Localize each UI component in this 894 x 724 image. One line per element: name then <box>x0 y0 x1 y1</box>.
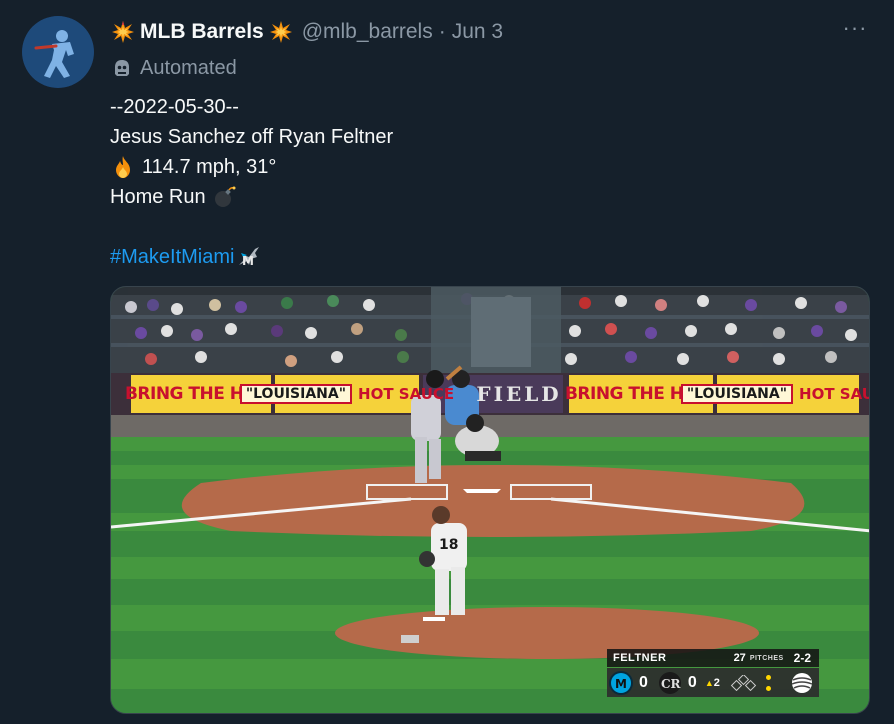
marlins-logo-icon: M <box>609 670 633 695</box>
scorebug-top-row: FELTNER 27 PITCHES 2-2 <box>607 649 819 667</box>
bases-diamond-icon <box>730 674 757 691</box>
tweet-date[interactable]: Jun 3 <box>452 20 503 44</box>
matchup-line: Jesus Sanchez off Ryan Feltner <box>110 122 810 152</box>
outs-indicator <box>765 674 772 691</box>
tweet-header: MLB Barrels @mlb_barrels · Jun 3 <box>110 18 503 46</box>
date-line-text: --2022-05-30-- <box>110 96 239 118</box>
scorebug-count: 2-2 <box>793 651 811 665</box>
more-options-icon[interactable]: ··· <box>842 17 868 44</box>
batter-silhouette-icon <box>22 16 94 88</box>
collision-emoji-icon <box>110 19 136 45</box>
inning-top-arrow-icon: ▲ <box>704 677 714 688</box>
separator-dot: · <box>438 20 446 43</box>
svg-text:CR: CR <box>661 677 682 691</box>
display-name[interactable]: MLB Barrels <box>140 20 264 44</box>
hashtag-line: #MakeItMiami M <box>110 242 810 272</box>
scorebug-bottom-row: M 0 CR 0 ▲2 <box>607 668 819 697</box>
bomb-emoji-icon <box>212 184 238 210</box>
bot-icon <box>115 60 129 76</box>
stats-text: 114.7 mph, 31° <box>142 156 277 178</box>
result-line: Home Run <box>110 182 810 212</box>
ad-louisiana-right: "LOUISIANA" HOT SAUCE <box>680 375 869 413</box>
scorebug-pitcher: FELTNER <box>613 652 667 664</box>
att-logo-icon <box>791 672 813 693</box>
avatar[interactable] <box>22 16 94 88</box>
out-dot <box>765 674 771 680</box>
stats-line: 114.7 mph, 31° <box>110 152 810 182</box>
scorebug: FELTNER 27 PITCHES 2-2 M 0 CR 0 ▲2 <box>607 649 819 697</box>
svg-text:M: M <box>615 677 627 691</box>
scorebug-inning-number: 2 <box>713 676 720 689</box>
pitcher-jersey-number: 18 <box>439 537 459 553</box>
hashtag-link[interactable]: #MakeItMiami <box>110 242 234 272</box>
ad-louisiana-brand: "LOUISIANA" <box>239 384 353 404</box>
ad-louisiana-brand: "LOUISIANA" <box>680 384 794 404</box>
ad-hot-sauce: HOT SAUCE <box>358 385 455 403</box>
fire-emoji-icon <box>110 154 136 180</box>
tweet-text: --2022-05-30-- Jesus Sanchez off Ryan Fe… <box>110 92 810 272</box>
result-text: Home Run <box>110 186 206 208</box>
automated-label: Automated <box>112 56 237 80</box>
scorebug-inning: ▲2 <box>705 677 720 689</box>
media-image[interactable]: BRING THE HEAT "LOUISIANA" HOT SAUCE FIE… <box>110 286 870 714</box>
collision-emoji-icon <box>268 19 294 45</box>
ad-louisiana-left: "LOUISIANA" HOT SAUCE <box>239 375 454 413</box>
matchup-text: Jesus Sanchez off Ryan Feltner <box>110 126 394 148</box>
scorebug-away-score: 0 <box>639 673 648 691</box>
automated-text: Automated <box>140 56 237 79</box>
svg-text:M: M <box>242 254 254 268</box>
rockies-logo-icon: CR <box>658 671 682 695</box>
ad-field: FIELD <box>476 382 562 406</box>
date-line: --2022-05-30-- <box>110 92 810 122</box>
user-handle[interactable]: @mlb_barrels <box>302 20 433 44</box>
scorebug-home-score: 0 <box>687 673 697 691</box>
ad-hot-sauce: HOT SAUCE <box>799 385 869 403</box>
marlins-logo-icon: M <box>236 244 262 270</box>
out-dot <box>765 685 771 691</box>
scorebug-pitches-label: PITCHES <box>749 654 784 662</box>
tweet[interactable]: MLB Barrels @mlb_barrels · Jun 3 ··· Aut… <box>0 0 894 724</box>
scorebug-pitch-count: 27 <box>733 652 746 664</box>
